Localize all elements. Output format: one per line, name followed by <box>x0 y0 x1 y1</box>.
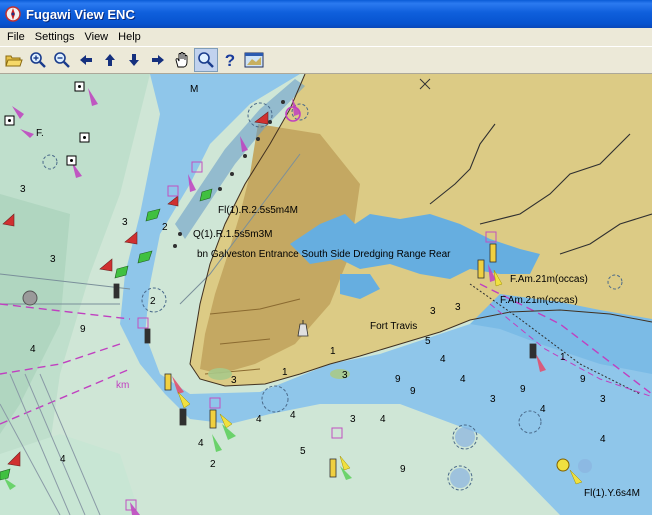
sounding: 9 <box>410 386 416 397</box>
sounding: 4 <box>460 374 466 385</box>
sounding: 4 <box>60 454 66 465</box>
buoy-2-label: 2 <box>150 296 156 307</box>
sounding: 9 <box>520 384 526 395</box>
fort-travis-label: Fort Travis <box>370 321 418 332</box>
arrow-right-icon[interactable] <box>146 48 170 72</box>
sounding: 5 <box>425 336 431 347</box>
light-label-red-1: Fl(1).R.2.5s5m4M <box>218 205 299 216</box>
amber-light-label-2: F.Am.21m(occas) <box>500 295 578 306</box>
sounding: 3 <box>342 370 348 381</box>
km-label: km <box>116 380 130 391</box>
app-compass-icon[interactable] <box>5 6 21 22</box>
toolbar: ? <box>0 46 652 74</box>
sounding: 1 <box>282 367 288 378</box>
sounding: 3 <box>430 306 436 317</box>
menu-bar: File Settings View Help <box>0 28 652 46</box>
sounding: 9 <box>395 374 401 385</box>
arrow-left-icon[interactable] <box>74 48 98 72</box>
yellow-light-label: Fl(1).Y.6s4M <box>584 488 640 499</box>
sounding: 5 <box>300 446 306 457</box>
sounding: 3 <box>490 394 496 405</box>
pan-hand-icon[interactable] <box>170 48 194 72</box>
menu-file[interactable]: File <box>2 28 30 46</box>
amber-light-label-1: F.Am.21m(occas) <box>510 274 588 285</box>
sounding: 4 <box>600 434 606 445</box>
sounding: 3 <box>20 184 26 195</box>
sounding: 2 <box>162 222 168 233</box>
arrow-down-icon[interactable] <box>122 48 146 72</box>
sounding: 9 <box>580 374 586 385</box>
sounding: 1 <box>560 352 566 363</box>
light-label-red-2: Q(1).R.1.5s5m3M <box>193 229 273 240</box>
sounding: 4 <box>440 354 446 365</box>
range-rear-label: bn Galveston Entrance South Side Dredgin… <box>197 249 451 260</box>
sounding: 9 <box>400 464 406 475</box>
sounding: 2 <box>210 459 216 470</box>
title-bar[interactable]: Fugawi View ENC <box>0 0 652 28</box>
sounding: 4 <box>198 438 204 449</box>
zoom-in-icon[interactable] <box>26 48 50 72</box>
sounding: 4 <box>30 344 36 355</box>
sounding: 3 <box>350 414 356 425</box>
zoom-box-icon[interactable] <box>194 48 218 72</box>
sounding: 3 <box>50 254 56 265</box>
open-folder-icon[interactable] <box>2 48 26 72</box>
sounding: 4 <box>380 414 386 425</box>
svg-text:?: ? <box>225 51 235 69</box>
chart-map[interactable]: Fl(1).R.2.5s5m4M Q(1).R.1.5s5m3M bn Galv… <box>0 74 652 515</box>
menu-view[interactable]: View <box>79 28 113 46</box>
sounding: 3 <box>231 375 237 386</box>
arrow-up-icon[interactable] <box>98 48 122 72</box>
chart-window-icon[interactable] <box>242 48 266 72</box>
menu-help[interactable]: Help <box>113 28 146 46</box>
sounding: 4 <box>540 404 546 415</box>
sounding: 4 <box>290 410 296 421</box>
sounding: 3 <box>600 394 606 405</box>
sounding: 9 <box>80 324 86 335</box>
help-icon[interactable]: ? <box>218 48 242 72</box>
m-letter-label: M <box>190 84 199 95</box>
sounding: 3 <box>122 217 128 228</box>
menu-settings[interactable]: Settings <box>30 28 80 46</box>
sounding: 1 <box>330 346 336 357</box>
window-title: Fugawi View ENC <box>26 6 135 22</box>
sounding: 3 <box>455 302 461 313</box>
f-letter-label: F. <box>36 128 44 139</box>
sounding: 4 <box>256 414 262 425</box>
zoom-out-icon[interactable] <box>50 48 74 72</box>
